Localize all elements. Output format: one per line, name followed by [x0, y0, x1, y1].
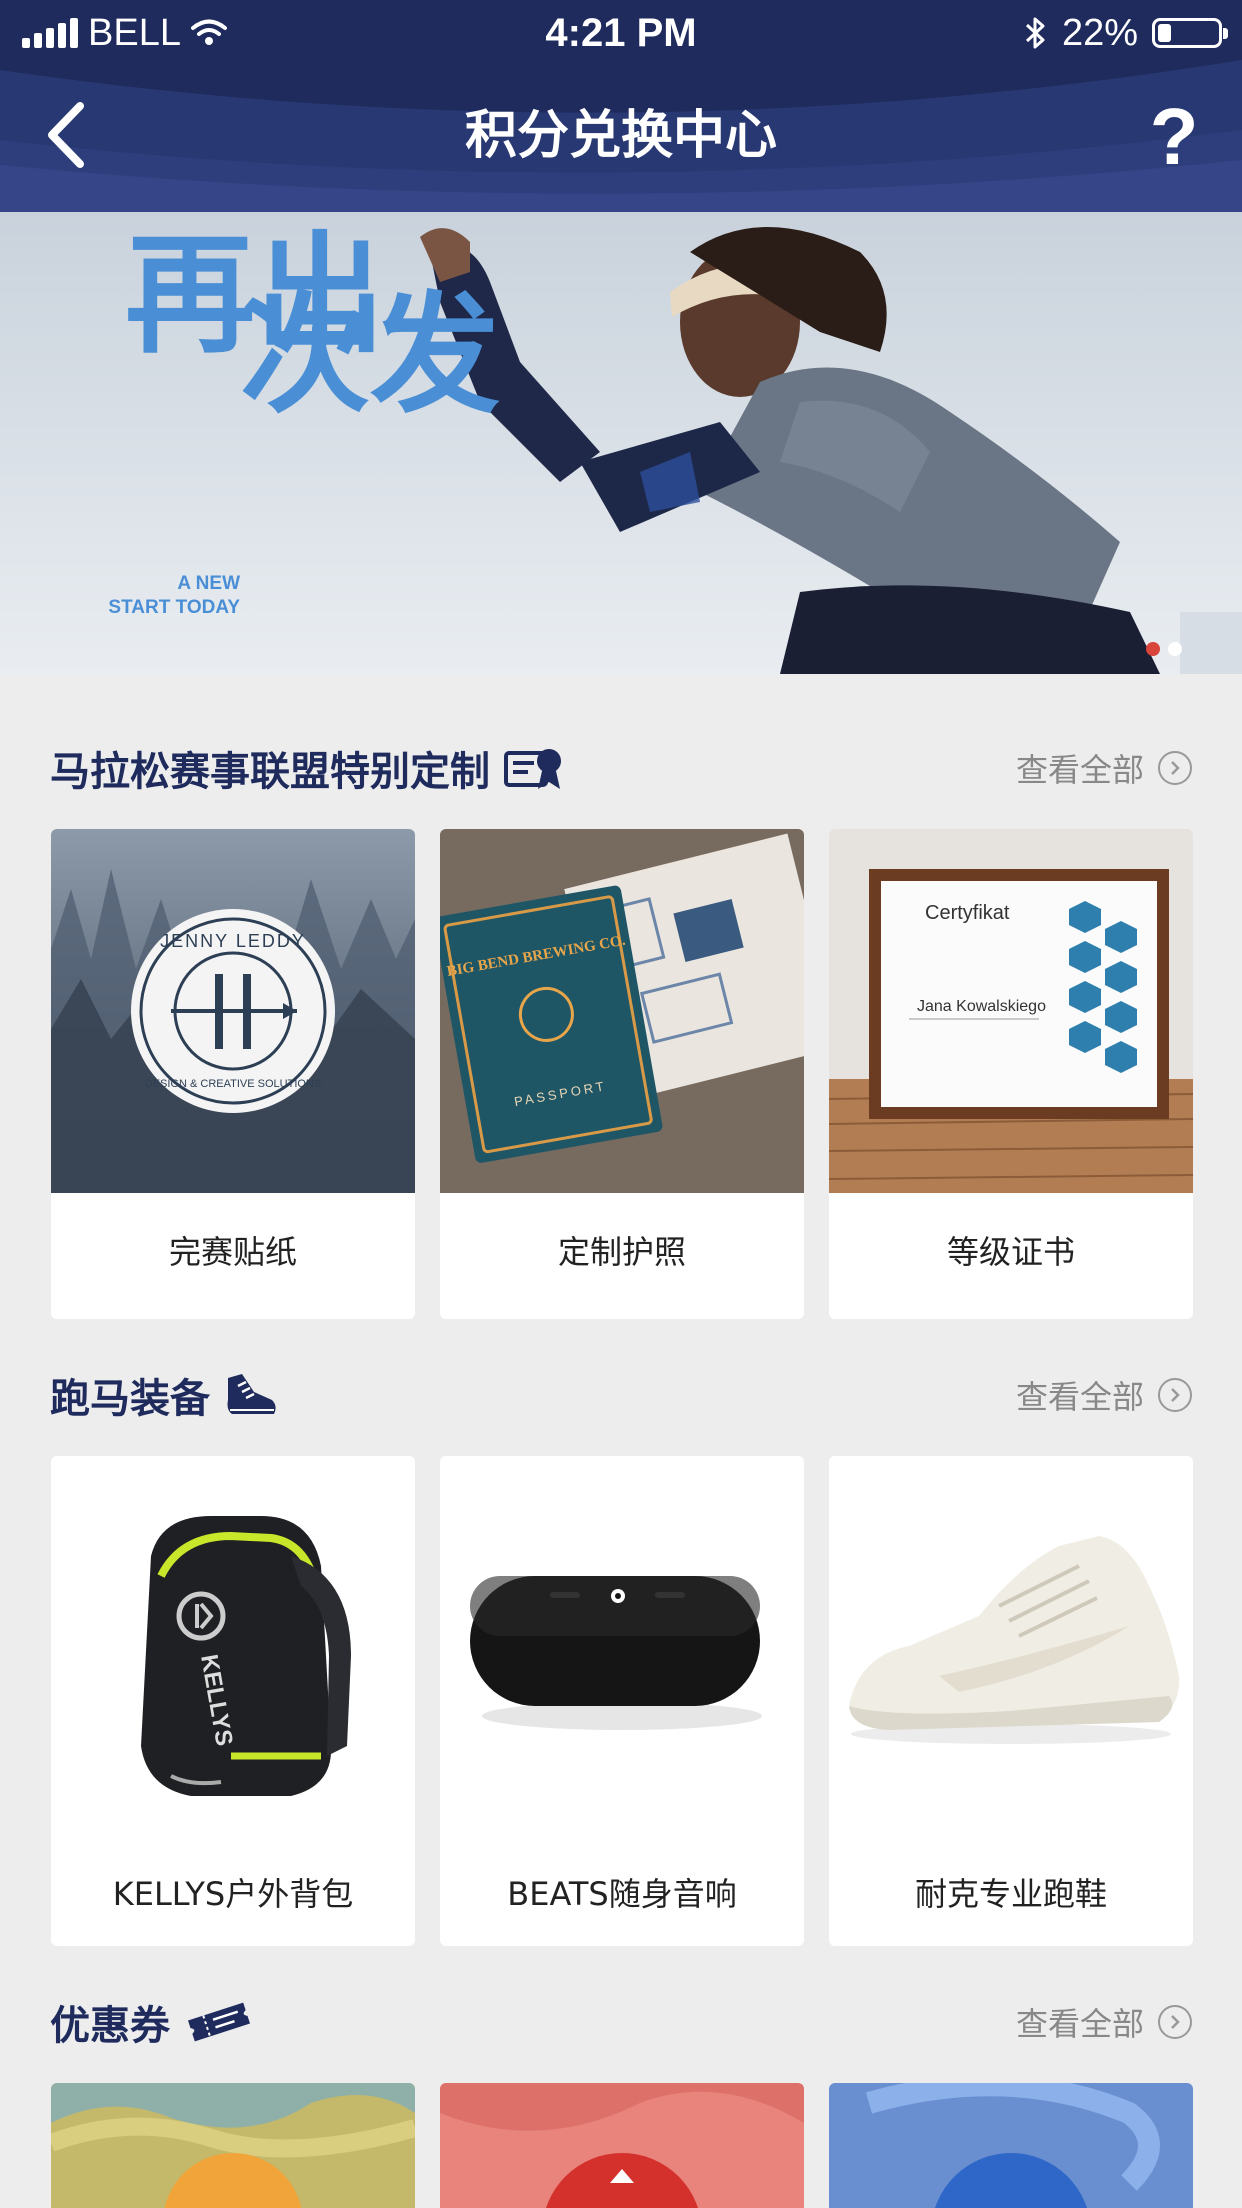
product-image-sticker: JENNY LEDDY DESIGN & CREATIVE SOLUTIONS: [51, 829, 415, 1193]
product-label: 定制护照: [557, 1233, 686, 1271]
section-title-text: 优惠券: [50, 2003, 170, 2049]
backpack-illustration: KELLYS: [51, 1456, 415, 1856]
ticket-icon: [188, 2002, 250, 2042]
help-button[interactable]: ?: [1144, 92, 1204, 182]
product-card-passport[interactable]: BIG BEND BREWING CO. PASSPORT 定制护照: [440, 829, 804, 1319]
coupon-card-1[interactable]: [51, 2083, 415, 2208]
product-label: 耐克专业跑鞋: [914, 1875, 1107, 1913]
view-all-link[interactable]: 查看全部: [1016, 745, 1192, 791]
section-header-gear: 跑马装备 查看全部: [50, 1360, 1192, 1430]
section-header-marathon: 马拉松赛事联盟特别定制 查看全部: [50, 733, 1192, 803]
chevron-right-circle-icon: [1158, 751, 1192, 785]
page-title: 积分兑换中心: [464, 106, 777, 166]
sneaker-illustration: [829, 1456, 1193, 1856]
coupon-image-2: [440, 2083, 804, 2208]
product-image-certificate: Certyfikat Jana Kowalskiego: [829, 829, 1193, 1193]
certificate-title: Certyfikat: [925, 902, 1010, 924]
product-card-backpack[interactable]: KELLYS KELLYS户外背包: [51, 1456, 415, 1946]
section-header-coupons: 优惠券 查看全部: [50, 1987, 1192, 2057]
product-image-shoe: [829, 1456, 1193, 1856]
coupon-image-1: [51, 2083, 415, 2208]
product-label: BEATS随身音响: [507, 1875, 737, 1913]
view-all-link[interactable]: 查看全部: [1016, 1999, 1192, 2045]
product-card-sticker[interactable]: JENNY LEDDY DESIGN & CREATIVE SOLUTIONS …: [51, 829, 415, 1319]
product-card-certificate[interactable]: Certyfikat Jana Kowalskiego 等级证书: [829, 829, 1193, 1319]
banner-tagline-line1: A NEW: [177, 573, 240, 594]
page-dot[interactable]: [1168, 642, 1182, 656]
banner-tagline: A NEW START TODAY: [100, 572, 240, 620]
view-all-label: 查看全部: [1015, 751, 1144, 789]
view-all-link[interactable]: 查看全部: [1016, 1372, 1192, 1418]
forest-badge-illustration: JENNY LEDDY DESIGN & CREATIVE SOLUTIONS: [51, 829, 415, 1193]
view-all-label: 查看全部: [1015, 2005, 1144, 2043]
certificate-name: Jana Kowalskiego: [917, 998, 1046, 1015]
banner-page-indicator: [1146, 642, 1182, 656]
section-title-text: 马拉松赛事联盟特别定制: [50, 749, 490, 795]
product-label: 完赛贴纸: [168, 1233, 297, 1271]
section-title: 跑马装备: [50, 1366, 278, 1424]
page-dot[interactable]: [1146, 642, 1160, 656]
certificate-frame-illustration: Certyfikat Jana Kowalskiego: [829, 829, 1193, 1193]
banner-tagline-line2: START TODAY: [108, 597, 240, 618]
coupon-card-3[interactable]: [829, 2083, 1193, 2208]
section-title: 优惠券: [50, 1993, 254, 2051]
certificate-badge-icon: [504, 749, 561, 789]
product-label: 等级证书: [946, 1233, 1075, 1271]
section-title: 马拉松赛事联盟特别定制: [50, 739, 564, 797]
badge-top-text: JENNY LEDDY: [160, 931, 306, 951]
product-image-speaker: [440, 1456, 804, 1856]
product-card-shoe[interactable]: 耐克专业跑鞋: [829, 1456, 1193, 1946]
view-all-label: 查看全部: [1015, 1378, 1144, 1416]
product-label: KELLYS户外背包: [112, 1875, 354, 1913]
coupon-card-2[interactable]: [440, 2083, 804, 2208]
coupon-image-3: [829, 2083, 1193, 2208]
chevron-right-circle-icon: [1158, 1378, 1192, 1412]
banner-headline-col2: 次发: [240, 278, 501, 431]
passport-illustration: BIG BEND BREWING CO. PASSPORT: [440, 829, 804, 1193]
battery-fill: [1158, 24, 1171, 42]
section-title-text: 跑马装备: [50, 1376, 210, 1422]
navigation-header: BELL 4:21 PM 22% 积分兑换中心 ?: [0, 0, 1242, 212]
badge-bottom-text: DESIGN & CREATIVE SOLUTIONS: [145, 1078, 321, 1090]
chevron-right-circle-icon: [1158, 2005, 1192, 2039]
speaker-illustration: [440, 1456, 804, 1856]
battery-icon: [1152, 18, 1228, 48]
product-card-speaker[interactable]: BEATS随身音响: [440, 1456, 804, 1946]
battery-percent: 22%: [1061, 12, 1138, 54]
product-image-passport: BIG BEND BREWING CO. PASSPORT: [440, 829, 804, 1193]
running-shoe-icon: [227, 1374, 276, 1414]
product-image-backpack: KELLYS: [51, 1456, 415, 1856]
bluetooth-icon: [1025, 17, 1045, 49]
status-bar-right: 22%: [1024, 8, 1228, 58]
promo-banner[interactable]: 再出 次发 A NEW START TODAY: [0, 212, 1242, 674]
